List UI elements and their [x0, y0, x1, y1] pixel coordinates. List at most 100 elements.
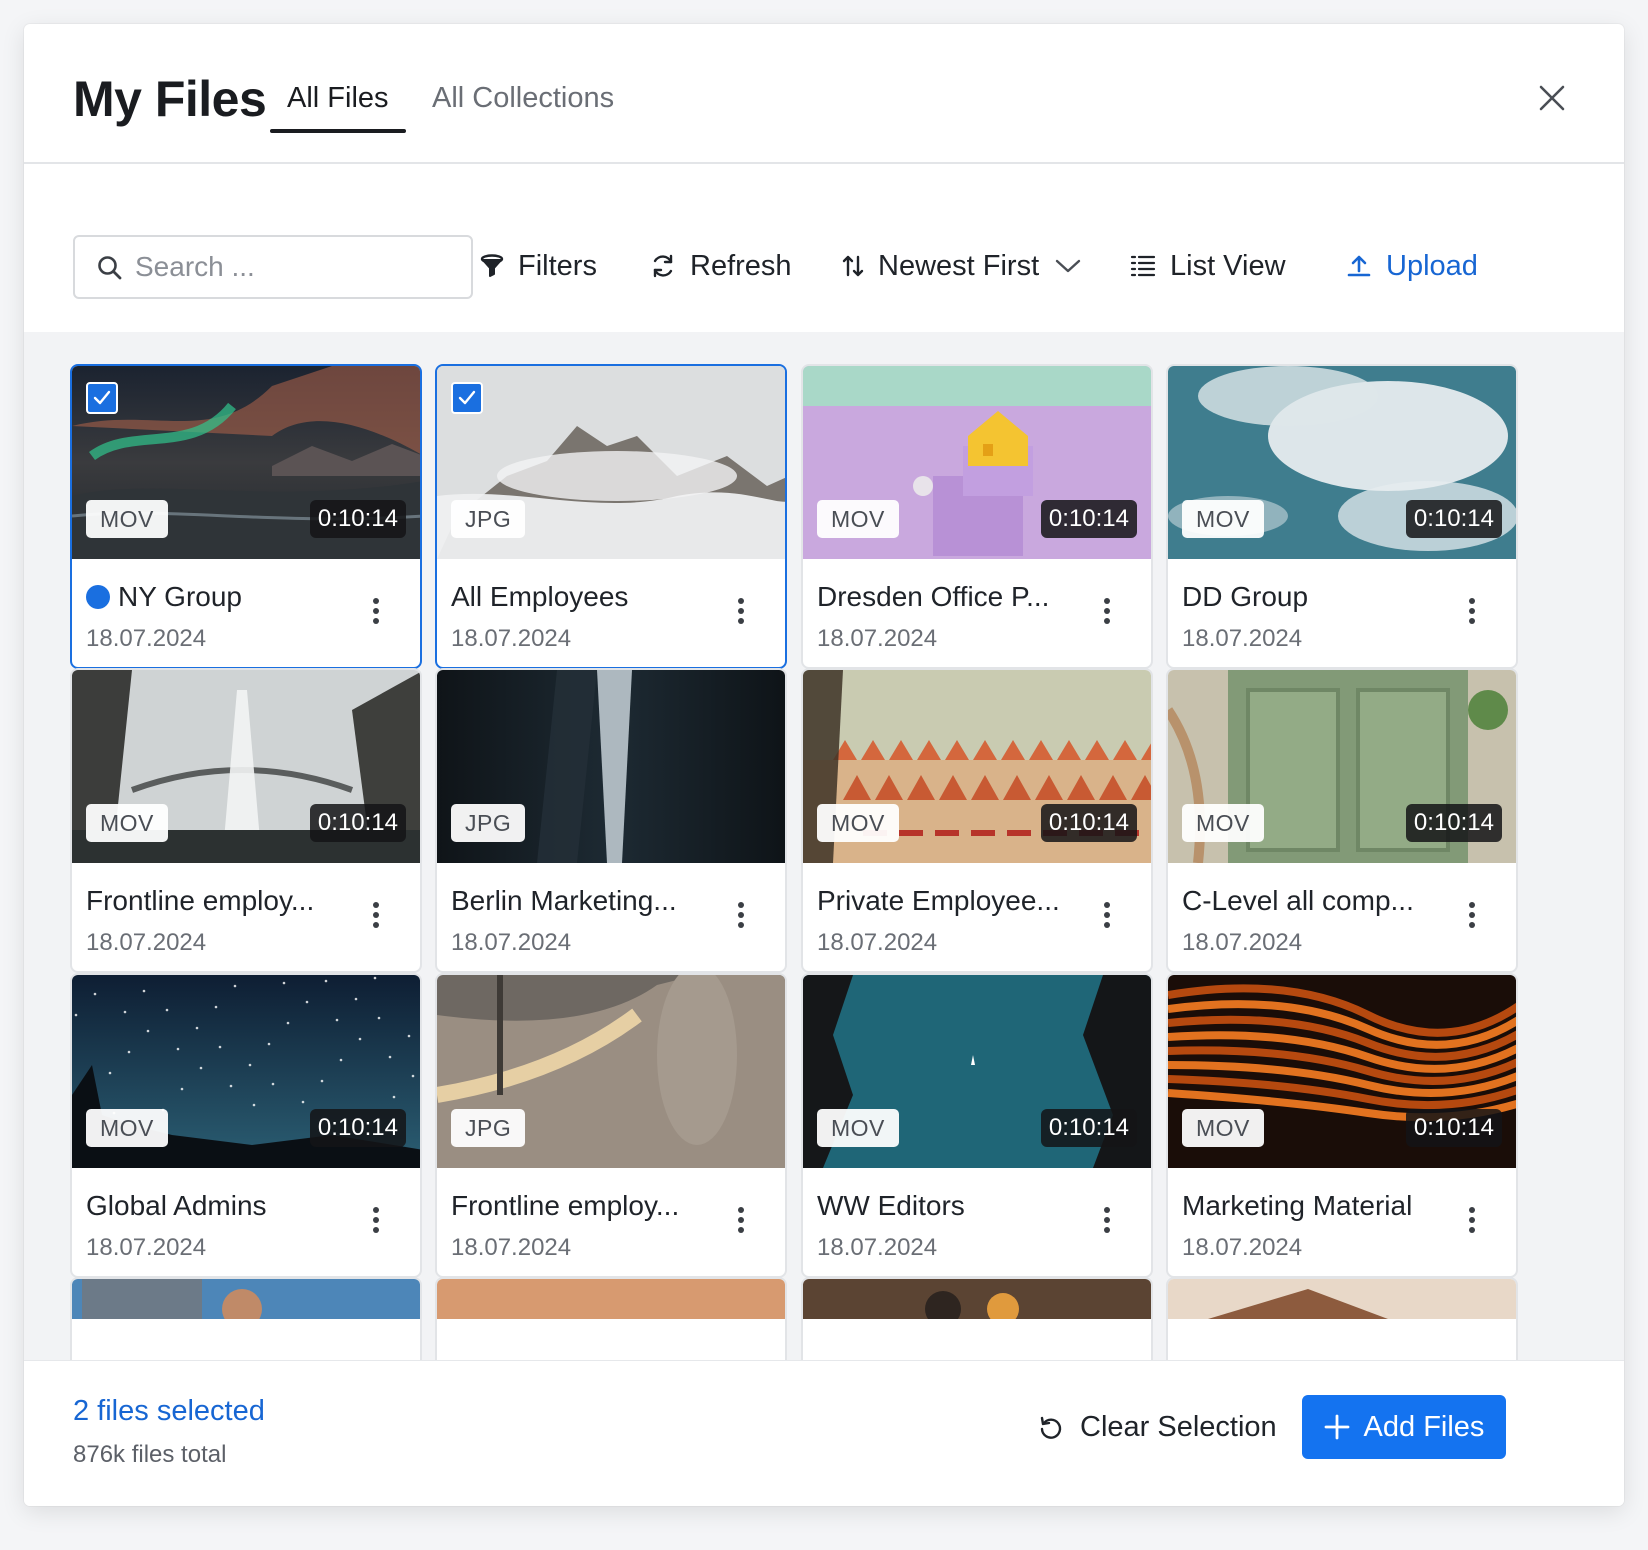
card-info: Private Employee... 18.07.2024 [803, 863, 1151, 971]
file-type-badge: MOV [86, 500, 168, 538]
file-thumbnail [437, 1279, 785, 1360]
list-view-button[interactable]: List View [1130, 244, 1286, 288]
file-card[interactable] [801, 1277, 1153, 1360]
clear-selection-button[interactable]: Clear Selection [1038, 1411, 1277, 1444]
sort-label: Newest First [878, 249, 1040, 282]
file-thumbnail [803, 1279, 1151, 1360]
add-files-label: Add Files [1363, 1410, 1485, 1443]
file-name-text: All Employees [451, 581, 629, 612]
file-card[interactable] [1166, 1277, 1518, 1360]
more-options-button[interactable] [733, 899, 749, 931]
filters-label: Filters [518, 249, 597, 282]
file-name-text: Private Employee... [817, 885, 1060, 916]
more-vertical-icon [373, 902, 379, 928]
search-box[interactable] [73, 235, 473, 299]
search-icon [98, 256, 122, 280]
file-type-badge: MOV [1182, 804, 1264, 842]
duration-badge: 0:10:14 [1405, 1109, 1502, 1147]
file-name: Dresden Office P... [817, 581, 1077, 613]
more-options-button[interactable] [1464, 595, 1480, 627]
more-vertical-icon [1469, 598, 1475, 624]
toolbar: Filters Refresh Newest First [24, 166, 1624, 332]
file-card[interactable]: MOV 0:10:14 DD Group 18.07.2024 [1166, 364, 1518, 669]
upload-button[interactable]: Upload [1346, 244, 1478, 288]
more-options-button[interactable] [368, 595, 384, 627]
file-card[interactable]: JPG All Employees 18.07.2024 [435, 364, 787, 669]
sort-dropdown[interactable]: Newest First [842, 244, 1081, 288]
more-options-button[interactable] [1099, 899, 1115, 931]
file-card[interactable]: JPG Frontline employ... 18.07.2024 [435, 973, 787, 1278]
file-date: 18.07.2024 [86, 625, 207, 652]
clear-selection-label: Clear Selection [1080, 1411, 1277, 1443]
more-options-button[interactable] [1464, 1204, 1480, 1236]
more-options-button[interactable] [1464, 899, 1480, 931]
file-name-text: Dresden Office P... [817, 581, 1050, 612]
more-vertical-icon [1104, 902, 1110, 928]
more-options-button[interactable] [368, 1204, 384, 1236]
total-count: 876k files total [73, 1441, 227, 1468]
refresh-button[interactable]: Refresh [650, 244, 792, 288]
close-button[interactable] [1532, 78, 1572, 118]
file-type-badge: MOV [1182, 500, 1264, 538]
more-options-button[interactable] [1099, 595, 1115, 627]
card-info: Global Admins 18.07.2024 [72, 1168, 420, 1276]
more-options-button[interactable] [1099, 1204, 1115, 1236]
file-card[interactable] [70, 1277, 422, 1360]
card-info: Frontline employ... 18.07.2024 [437, 1168, 785, 1276]
file-card[interactable]: MOV 0:10:14 Private Employee... 18.07.2024 [801, 668, 1153, 973]
duration-badge: 0:10:14 [309, 500, 406, 538]
file-name-text: DD Group [1182, 581, 1309, 612]
card-info: Dresden Office P... 18.07.2024 [803, 559, 1151, 667]
file-card[interactable]: MOV 0:10:14 C-Level all comp... 18.07.2024 [1166, 668, 1518, 973]
select-checkbox[interactable] [86, 382, 118, 414]
more-vertical-icon [373, 598, 379, 624]
card-info: Marketing Material 18.07.2024 [1168, 1168, 1516, 1276]
file-name: DD Group [1182, 581, 1442, 613]
file-name: Frontline employ... [86, 885, 346, 917]
filter-icon [480, 254, 504, 277]
more-vertical-icon [1104, 598, 1110, 624]
duration-badge: 0:10:14 [1040, 500, 1137, 538]
file-name-text: NY Group [118, 581, 242, 612]
add-files-button[interactable]: Add Files [1302, 1395, 1506, 1459]
file-card[interactable]: MOV 0:10:14 NY Group 18.07.2024 [70, 364, 422, 669]
refresh-icon [653, 254, 673, 278]
file-type-badge: JPG [451, 1109, 526, 1147]
file-card[interactable]: MOV 0:10:14 WW Editors 18.07.2024 [801, 973, 1153, 1278]
more-vertical-icon [738, 598, 744, 624]
file-card[interactable] [435, 1277, 787, 1360]
card-info: C-Level all comp... 18.07.2024 [1168, 863, 1516, 971]
file-card[interactable]: MOV 0:10:14 Dresden Office P... 18.07.2024 [801, 364, 1153, 669]
file-name: Berlin Marketing... [451, 885, 711, 917]
file-name-text: WW Editors [817, 1190, 965, 1221]
card-info: WW Editors 18.07.2024 [803, 1168, 1151, 1276]
file-thumbnail [1168, 1279, 1516, 1360]
more-options-button[interactable] [368, 899, 384, 931]
duration-badge: 0:10:14 [309, 804, 406, 842]
tab-all-collections[interactable]: All Collections [432, 82, 614, 131]
file-card[interactable]: JPG Berlin Marketing... 18.07.2024 [435, 668, 787, 973]
file-type-badge: MOV [817, 804, 899, 842]
status-dot [86, 585, 110, 609]
more-options-button[interactable] [733, 595, 749, 627]
file-type-badge: JPG [451, 500, 526, 538]
file-name-text: Marketing Material [1182, 1190, 1413, 1221]
duration-badge: 0:10:14 [1405, 500, 1502, 538]
file-name: WW Editors [817, 1190, 1077, 1222]
checkmark-icon [458, 390, 476, 405]
filters-button[interactable]: Filters [480, 244, 597, 288]
file-card[interactable]: MOV 0:10:14 Global Admins 18.07.2024 [70, 973, 422, 1278]
select-checkbox[interactable] [451, 382, 483, 414]
file-date: 18.07.2024 [86, 1234, 207, 1261]
more-options-button[interactable] [733, 1204, 749, 1236]
sort-icon [842, 255, 864, 277]
file-card[interactable]: MOV 0:10:14 Marketing Material 18.07.2024 [1166, 973, 1518, 1278]
card-info: All Employees 18.07.2024 [437, 559, 785, 667]
card-info: Berlin Marketing... 18.07.2024 [437, 863, 785, 971]
tab-all-files[interactable]: All Files [270, 82, 405, 133]
file-type-badge: MOV [1182, 1109, 1264, 1147]
file-name: Marketing Material [1182, 1190, 1442, 1222]
file-card[interactable]: MOV 0:10:14 Frontline employ... 18.07.2024 [70, 668, 422, 973]
search-input[interactable] [135, 247, 455, 287]
file-date: 18.07.2024 [86, 929, 207, 956]
